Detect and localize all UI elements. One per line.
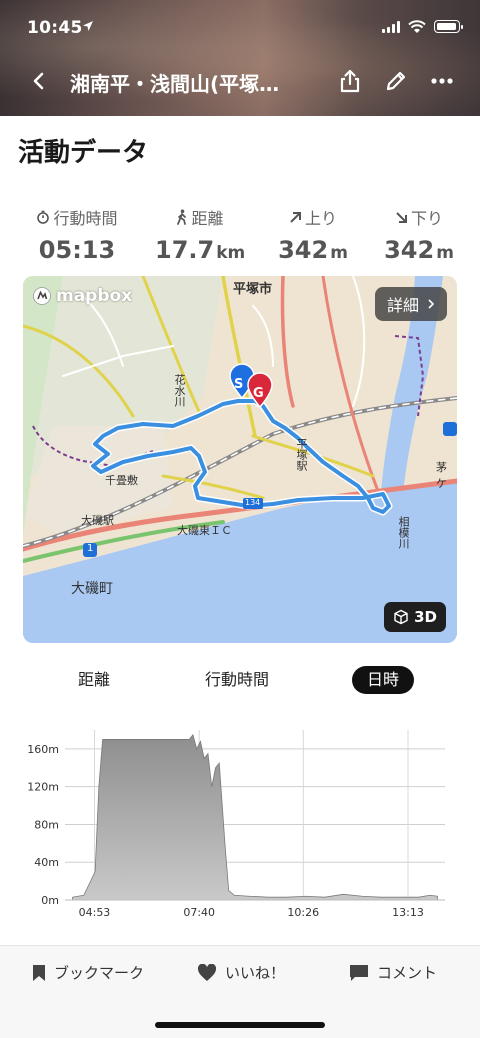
map-label-chigasaki-east: 茅ケ [436,461,447,490]
map-label-oiso-town: 大磯町 [71,581,113,597]
map-label-sagami-river: 相模川 [397,516,410,549]
nav-bar: 湘南平・浅間山(平塚… [0,60,480,104]
mapbox-logo: mapbox [32,286,132,306]
stat-label: 行動時間 [53,209,118,228]
battery-icon [434,20,463,33]
x-tick-label: 10:26 [287,906,319,919]
tab-datetime[interactable]: 日時 [352,666,415,694]
stat-value: 342 [384,236,435,264]
map-detail-button[interactable]: 詳細 [374,287,447,321]
stat-unit: m [330,243,348,263]
comment-label: コメント [377,964,438,982]
y-tick-label: 0m [41,894,59,907]
wifi-icon [408,20,426,33]
stat-moving-time: 行動時間 05:13 [32,205,122,264]
stat-value: 342 [278,236,329,264]
comment-button[interactable]: コメント [349,962,437,983]
bookmark-button[interactable]: ブックマーク [32,962,144,983]
y-tick-label: 160m [27,743,59,756]
route-map[interactable]: S G 平塚市 花水川 平塚駅 千畳敷 大磯駅 大磯東ＩＣ 大磯町 相模川 1 … [23,276,457,643]
stat-distance: 距離 17.7 km [155,205,245,264]
status-time: 10:45 [27,18,83,38]
stat-label: 上り [304,209,337,228]
bookmark-label: ブックマーク [54,964,145,982]
map-label-chigasaki: 千畳敷 [105,474,138,487]
y-tick-label: 120m [27,781,59,794]
stat-unit: km [216,243,246,263]
share-icon[interactable] [337,68,363,94]
hiker-icon [177,209,187,225]
chevron-right-icon [428,299,435,309]
stat-unit: m [436,243,454,263]
map-label-oiso-ic: 大磯東ＩＣ [177,524,232,537]
stopwatch-icon [37,210,50,224]
x-tick-label: 04:53 [79,906,111,919]
edit-pencil-icon[interactable] [383,68,409,94]
start-marker-label: S [234,377,244,392]
heart-icon [197,963,217,981]
bookmark-icon [33,964,45,981]
stat-value: 17.7 [155,236,215,264]
map-label-hiratsuka-city: 平塚市 [233,282,273,297]
route-134-label: 134 [245,498,261,507]
map-label-oiso-station: 大磯駅 [81,514,114,527]
like-button[interactable]: いいね！ [197,962,285,983]
map-detail-label: 詳細 [386,296,419,315]
map-label-hiratsuka-station: 平塚駅 [295,438,308,471]
stats-row: 行動時間 05:13 距離 17.7 km 上り 342 m 下り 342 m [0,205,480,269]
stat-label: 距離 [191,209,224,228]
page-title: 湘南平・浅間山(平塚… [70,72,280,96]
header-background: 10:45 湘南平・浅間山(平塚… [0,0,480,116]
back-chevron-icon[interactable] [28,70,50,92]
x-tick-label: 07:40 [183,906,215,919]
map-label-hanamizu-river: 花水川 [173,374,186,407]
tab-moving-time[interactable]: 行動時間 [205,666,269,694]
mapbox-logo-text: mapbox [56,286,133,306]
x-tick-label: 13:13 [392,906,424,919]
arrow-up-right-icon [290,211,301,223]
tab-distance[interactable]: 距離 [78,666,110,694]
map-3d-label: 3D [414,608,437,626]
y-tick-label: 80m [34,818,59,831]
route-1-shield-right [443,422,457,436]
like-label: いいね！ [225,964,286,982]
stat-label: 下り [410,209,443,228]
elevation-chart: 0m 40m 80m 120m 160m 04:53 07:40 10:26 13:13 [27,730,445,919]
status-bar: 10:45 [0,16,480,44]
home-indicator [155,1022,325,1028]
more-options-icon[interactable] [429,68,455,94]
stat-ascent: 上り 342 m [268,205,358,264]
chart-x-axis-tabs: 距離 行動時間 日時 [0,662,480,698]
comment-icon [350,964,368,981]
section-title: 活動データ [18,138,149,168]
map-3d-button[interactable]: 3D [384,602,446,632]
goal-marker-label: G [253,386,264,401]
stat-descent: 下り 342 m [374,205,464,264]
stat-value: 05:13 [38,236,116,264]
arrow-down-right-icon [396,211,407,223]
route-1-label: 1 [87,543,94,554]
y-tick-label: 40m [34,856,59,869]
cube-icon [394,609,408,625]
location-arrow-icon [83,21,93,31]
mapbox-icon [33,287,51,305]
signal-icon [382,21,400,33]
